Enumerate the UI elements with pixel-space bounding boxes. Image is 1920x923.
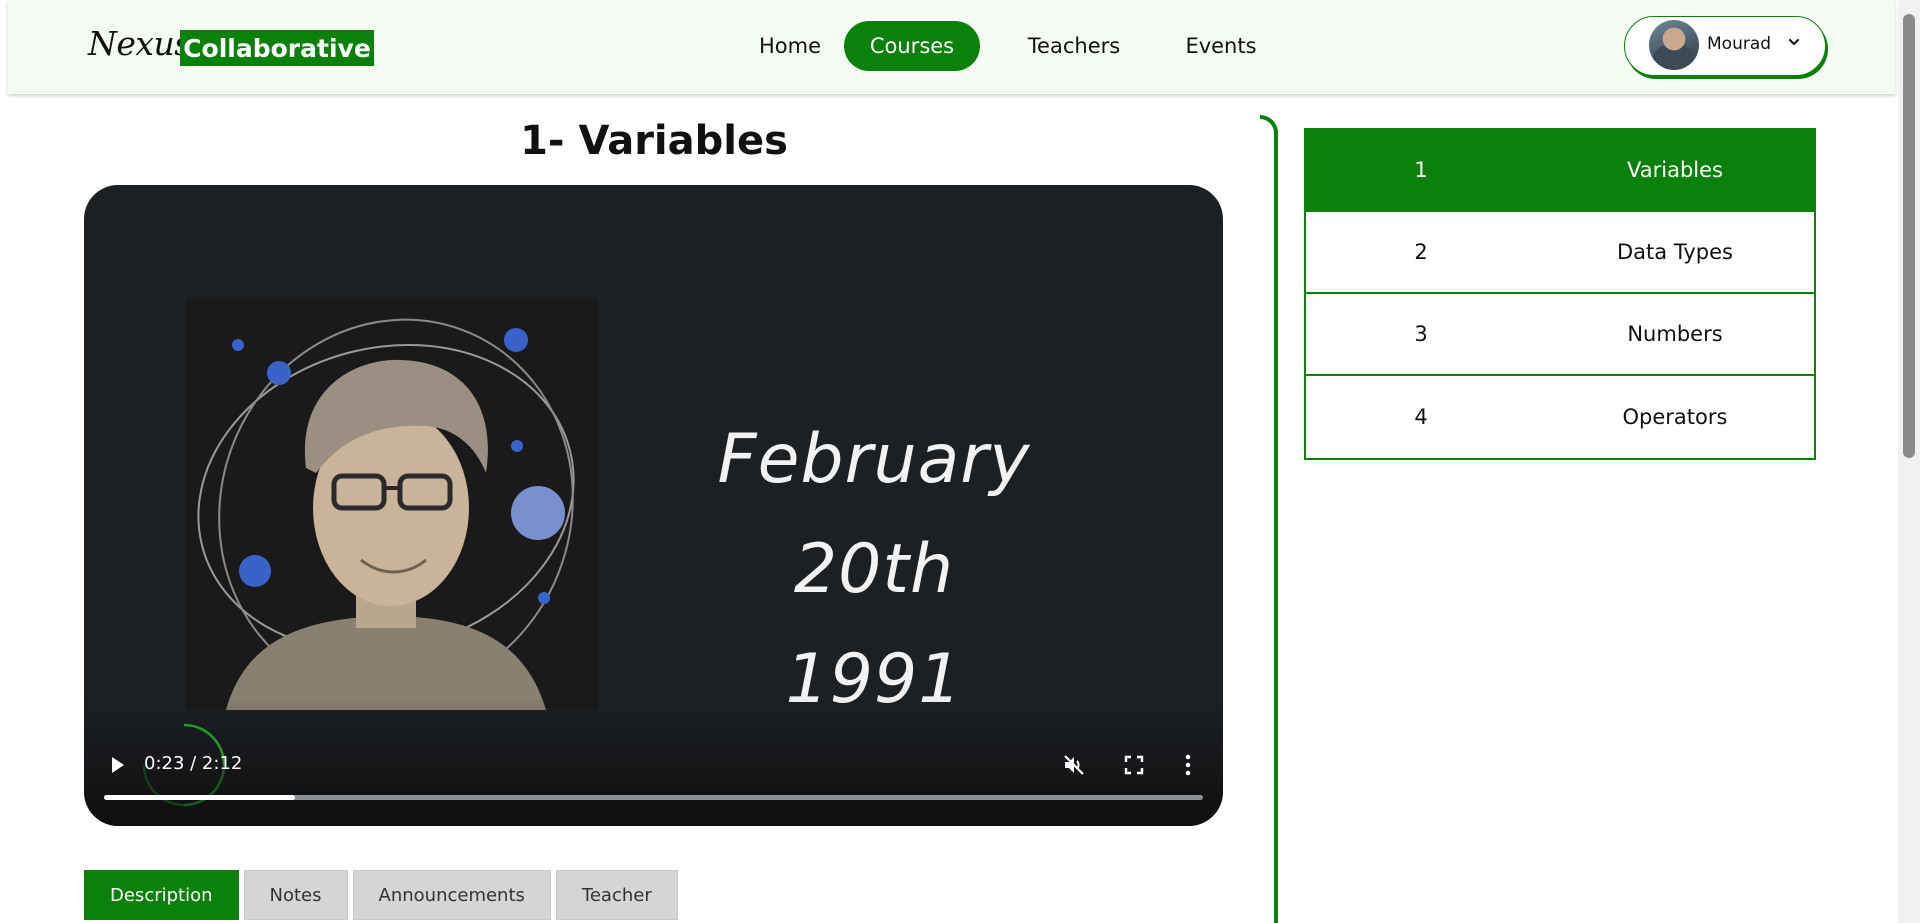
tab-announcements[interactable]: Announcements — [352, 870, 551, 920]
lesson-row[interactable]: 2 Data Types — [1306, 212, 1814, 294]
video-controls-shade — [84, 696, 1223, 826]
lesson-row[interactable]: 4 Operators — [1306, 376, 1814, 458]
lesson-name: Numbers — [1627, 322, 1723, 346]
user-name: Mourad — [1707, 34, 1772, 54]
lesson-name: Operators — [1622, 405, 1728, 429]
video-frame-portrait — [186, 298, 598, 710]
nav-teachers-link[interactable]: Teachers — [1010, 21, 1138, 71]
more-options-icon[interactable] — [1184, 753, 1192, 777]
tab-description[interactable]: Description — [84, 870, 239, 920]
chevron-down-icon — [1789, 39, 1799, 45]
video-frame-text: February 20th 1991 — [644, 405, 1104, 735]
page-scrollbar-thumb[interactable] — [1903, 14, 1915, 458]
tab-teacher[interactable]: Teacher — [555, 870, 678, 920]
avatar — [1649, 20, 1699, 70]
lesson-row[interactable]: 3 Numbers — [1306, 294, 1814, 376]
lesson-list: 1 Variables 2 Data Types 3 Numbers 4 Ope… — [1304, 128, 1816, 460]
lesson-number: 4 — [1414, 405, 1428, 429]
navbar: Nexus Collaborative Home Courses Teacher… — [8, 0, 1895, 94]
fullscreen-icon[interactable] — [1124, 755, 1144, 775]
video-frame-text-line1: February 20th — [717, 420, 1031, 609]
video-player[interactable]: February 20th 1991 0:23 / 2:12 — [84, 185, 1223, 826]
mute-icon[interactable] — [1062, 753, 1086, 777]
lesson-number: 1 — [1414, 158, 1428, 182]
lesson-row[interactable]: 1 Variables — [1306, 130, 1814, 212]
video-time: 0:23 / 2:12 — [144, 753, 243, 774]
nav-events-link[interactable]: Events — [1168, 21, 1274, 71]
content-tabs: Description Notes Announcements Teacher — [84, 870, 678, 920]
play-icon[interactable] — [110, 755, 126, 775]
video-progress-bar[interactable] — [104, 795, 1203, 800]
lesson-number: 2 — [1414, 240, 1428, 264]
nav-home-link[interactable]: Home — [735, 21, 845, 71]
tab-notes[interactable]: Notes — [243, 870, 348, 920]
user-menu-button[interactable]: Mourad — [1624, 16, 1826, 76]
video-progress-fill — [104, 795, 296, 800]
lesson-name: Variables — [1627, 158, 1723, 182]
nav-courses-link[interactable]: Courses — [844, 21, 980, 71]
section-divider — [1260, 115, 1278, 923]
brand-box-logo[interactable]: Collaborative — [180, 30, 374, 66]
lesson-number: 3 — [1414, 322, 1428, 346]
lesson-name: Data Types — [1617, 240, 1733, 264]
brand-script-logo[interactable]: Nexus — [88, 24, 191, 63]
lesson-title: 1- Variables — [520, 118, 788, 164]
